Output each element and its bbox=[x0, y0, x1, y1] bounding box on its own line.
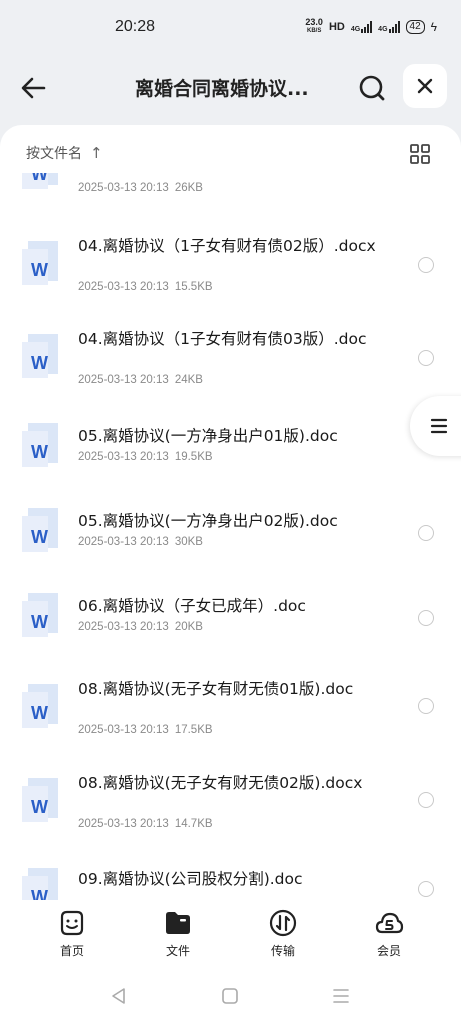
file-meta: 2025-03-13 20:13 14.7KB bbox=[78, 818, 213, 830]
battery-icon: 42 bbox=[405, 20, 425, 34]
grid-icon bbox=[410, 144, 430, 164]
home-square-icon[interactable] bbox=[221, 987, 239, 1005]
recents-lines-icon[interactable] bbox=[332, 987, 350, 1005]
list-item[interactable]: W 05.离婚协议(一方净身出户02版).doc 2025-03-13 20:1… bbox=[0, 503, 461, 563]
back-triangle-icon[interactable] bbox=[110, 987, 128, 1005]
list-item[interactable]: W 05.离婚协议(一方净身出户01版).doc 2025-03-13 20:1… bbox=[0, 418, 461, 478]
signal-1-icon: 4G bbox=[351, 21, 373, 33]
smile-icon bbox=[60, 910, 84, 936]
folder-icon bbox=[166, 912, 190, 934]
file-name: 05.离婚协议(一方净身出户01版).doc bbox=[78, 427, 338, 445]
file-meta: 2025-03-13 20:13 30KB bbox=[78, 536, 203, 548]
svg-text:W: W bbox=[31, 612, 48, 632]
word-file-icon: W bbox=[22, 778, 58, 822]
close-button[interactable] bbox=[403, 64, 447, 108]
svg-text:W: W bbox=[31, 353, 48, 373]
bottom-nav: 首页 文件 传输 会员 bbox=[0, 900, 461, 970]
select-radio[interactable] bbox=[418, 610, 434, 626]
word-file-icon: W bbox=[22, 593, 58, 637]
page-title: 离婚合同离婚协议... bbox=[135, 78, 309, 100]
select-radio[interactable] bbox=[418, 881, 434, 897]
search-icon bbox=[359, 75, 385, 101]
select-radio[interactable] bbox=[418, 350, 434, 366]
select-radio[interactable] bbox=[418, 792, 434, 808]
file-name: 08.离婚协议(无子女有财无债02版).docx bbox=[78, 774, 363, 792]
list-item[interactable]: W 08.离婚协议(无子女有财无债01版).doc 2025-03-13 20:… bbox=[0, 671, 461, 751]
select-radio[interactable] bbox=[418, 525, 434, 541]
file-name: 04.离婚协议（1子女有财有债02版）.docx bbox=[78, 237, 376, 255]
list-item[interactable]: W 06.离婚协议（子女已成年）.doc 2025-03-13 20:13 20K… bbox=[0, 588, 461, 648]
file-name: 05.离婚协议(一方净身出户02版).doc bbox=[78, 512, 338, 530]
svg-text:W: W bbox=[31, 173, 48, 184]
menu-icon bbox=[430, 418, 448, 434]
tab-files[interactable]: 文件 bbox=[143, 908, 213, 959]
file-list-panel: 按文件名 ↑ W 2025-03-13 20:13 26KB W 04.离婚协议… bbox=[0, 125, 461, 900]
cloud-member-icon bbox=[375, 912, 404, 934]
header: 离婚合同离婚协议... bbox=[0, 60, 461, 116]
status-time: 20:28 bbox=[115, 18, 156, 35]
arrow-up-icon: ↑ bbox=[90, 144, 103, 162]
svg-text:W: W bbox=[31, 887, 48, 900]
file-list[interactable]: W 2025-03-13 20:13 26KB W 04.离婚协议（1子女有财有债… bbox=[0, 173, 461, 900]
transfer-icon bbox=[269, 909, 297, 937]
file-name: 09.离婚协议(公司股权分割).doc bbox=[78, 870, 303, 888]
status-bar: 20:28 23.0 KB/S HD 4G 4G 42 ϟ bbox=[0, 0, 461, 56]
sort-label: 按文件名 bbox=[26, 146, 82, 162]
tab-member-label: 会员 bbox=[376, 944, 401, 958]
charging-icon: ϟ bbox=[430, 20, 437, 34]
file-meta: 2025-03-13 20:13 19.5KB bbox=[78, 451, 213, 463]
system-nav-bar bbox=[0, 970, 461, 1024]
tab-home[interactable]: 首页 bbox=[37, 908, 107, 959]
tab-transfer-label: 传输 bbox=[270, 944, 295, 958]
sort-by-name-button[interactable]: 按文件名 ↑ bbox=[26, 143, 103, 163]
close-icon bbox=[417, 78, 433, 94]
word-file-icon: W bbox=[22, 173, 58, 189]
word-file-icon: W bbox=[22, 868, 58, 900]
file-name: 08.离婚协议(无子女有财无债01版).doc bbox=[78, 680, 354, 698]
side-menu-button[interactable] bbox=[410, 396, 461, 456]
list-item[interactable]: W 09.离婚协议(公司股权分割).doc bbox=[0, 863, 461, 900]
file-meta: 2025-03-13 20:13 15.5KB bbox=[78, 281, 213, 293]
search-button[interactable] bbox=[356, 72, 388, 104]
select-radio[interactable] bbox=[418, 698, 434, 714]
word-file-icon: W bbox=[22, 423, 58, 467]
svg-text:W: W bbox=[31, 260, 48, 280]
back-button[interactable] bbox=[18, 72, 50, 104]
svg-text:W: W bbox=[31, 703, 48, 723]
arrow-left-icon bbox=[21, 77, 46, 99]
list-item[interactable]: W 2025-03-13 20:13 26KB bbox=[0, 173, 461, 213]
svg-text:W: W bbox=[31, 527, 48, 547]
list-item[interactable]: W 08.离婚协议(无子女有财无债02版).docx 2025-03-13 20… bbox=[0, 765, 461, 845]
tab-transfer[interactable]: 传输 bbox=[248, 908, 318, 959]
svg-text:W: W bbox=[31, 442, 48, 462]
svg-text:W: W bbox=[31, 797, 48, 817]
file-name: 06.离婚协议（子女已成年）.doc bbox=[78, 597, 306, 615]
file-meta: 2025-03-13 20:13 17.5KB bbox=[78, 724, 213, 736]
tab-member[interactable]: 会员 bbox=[354, 908, 424, 959]
grid-view-button[interactable] bbox=[409, 143, 431, 165]
list-item[interactable]: W 04.离婚协议（1子女有财有债02版）.docx 2025-03-13 20… bbox=[0, 228, 461, 308]
file-meta: 2025-03-13 20:13 24KB bbox=[78, 374, 203, 386]
network-speed: 23.0 KB/S bbox=[305, 17, 323, 35]
list-item[interactable]: W 04.离婚协议（1子女有财有债03版）.doc 2025-03-13 20:… bbox=[0, 321, 461, 401]
hd-indicator: HD bbox=[328, 21, 345, 33]
status-icons: 23.0 KB/S HD 4G 4G 42 ϟ bbox=[305, 18, 437, 36]
tab-home-label: 首页 bbox=[59, 944, 84, 958]
tab-files-label: 文件 bbox=[165, 944, 190, 958]
word-file-icon: W bbox=[22, 241, 58, 285]
word-file-icon: W bbox=[22, 508, 58, 552]
word-file-icon: W bbox=[22, 684, 58, 728]
signal-2-icon: 4G bbox=[378, 21, 400, 33]
file-meta: 2025-03-13 20:13 20KB bbox=[78, 621, 203, 633]
word-file-icon: W bbox=[22, 334, 58, 378]
select-radio[interactable] bbox=[418, 257, 434, 273]
file-name: 04.离婚协议（1子女有财有债03版）.doc bbox=[78, 330, 367, 348]
